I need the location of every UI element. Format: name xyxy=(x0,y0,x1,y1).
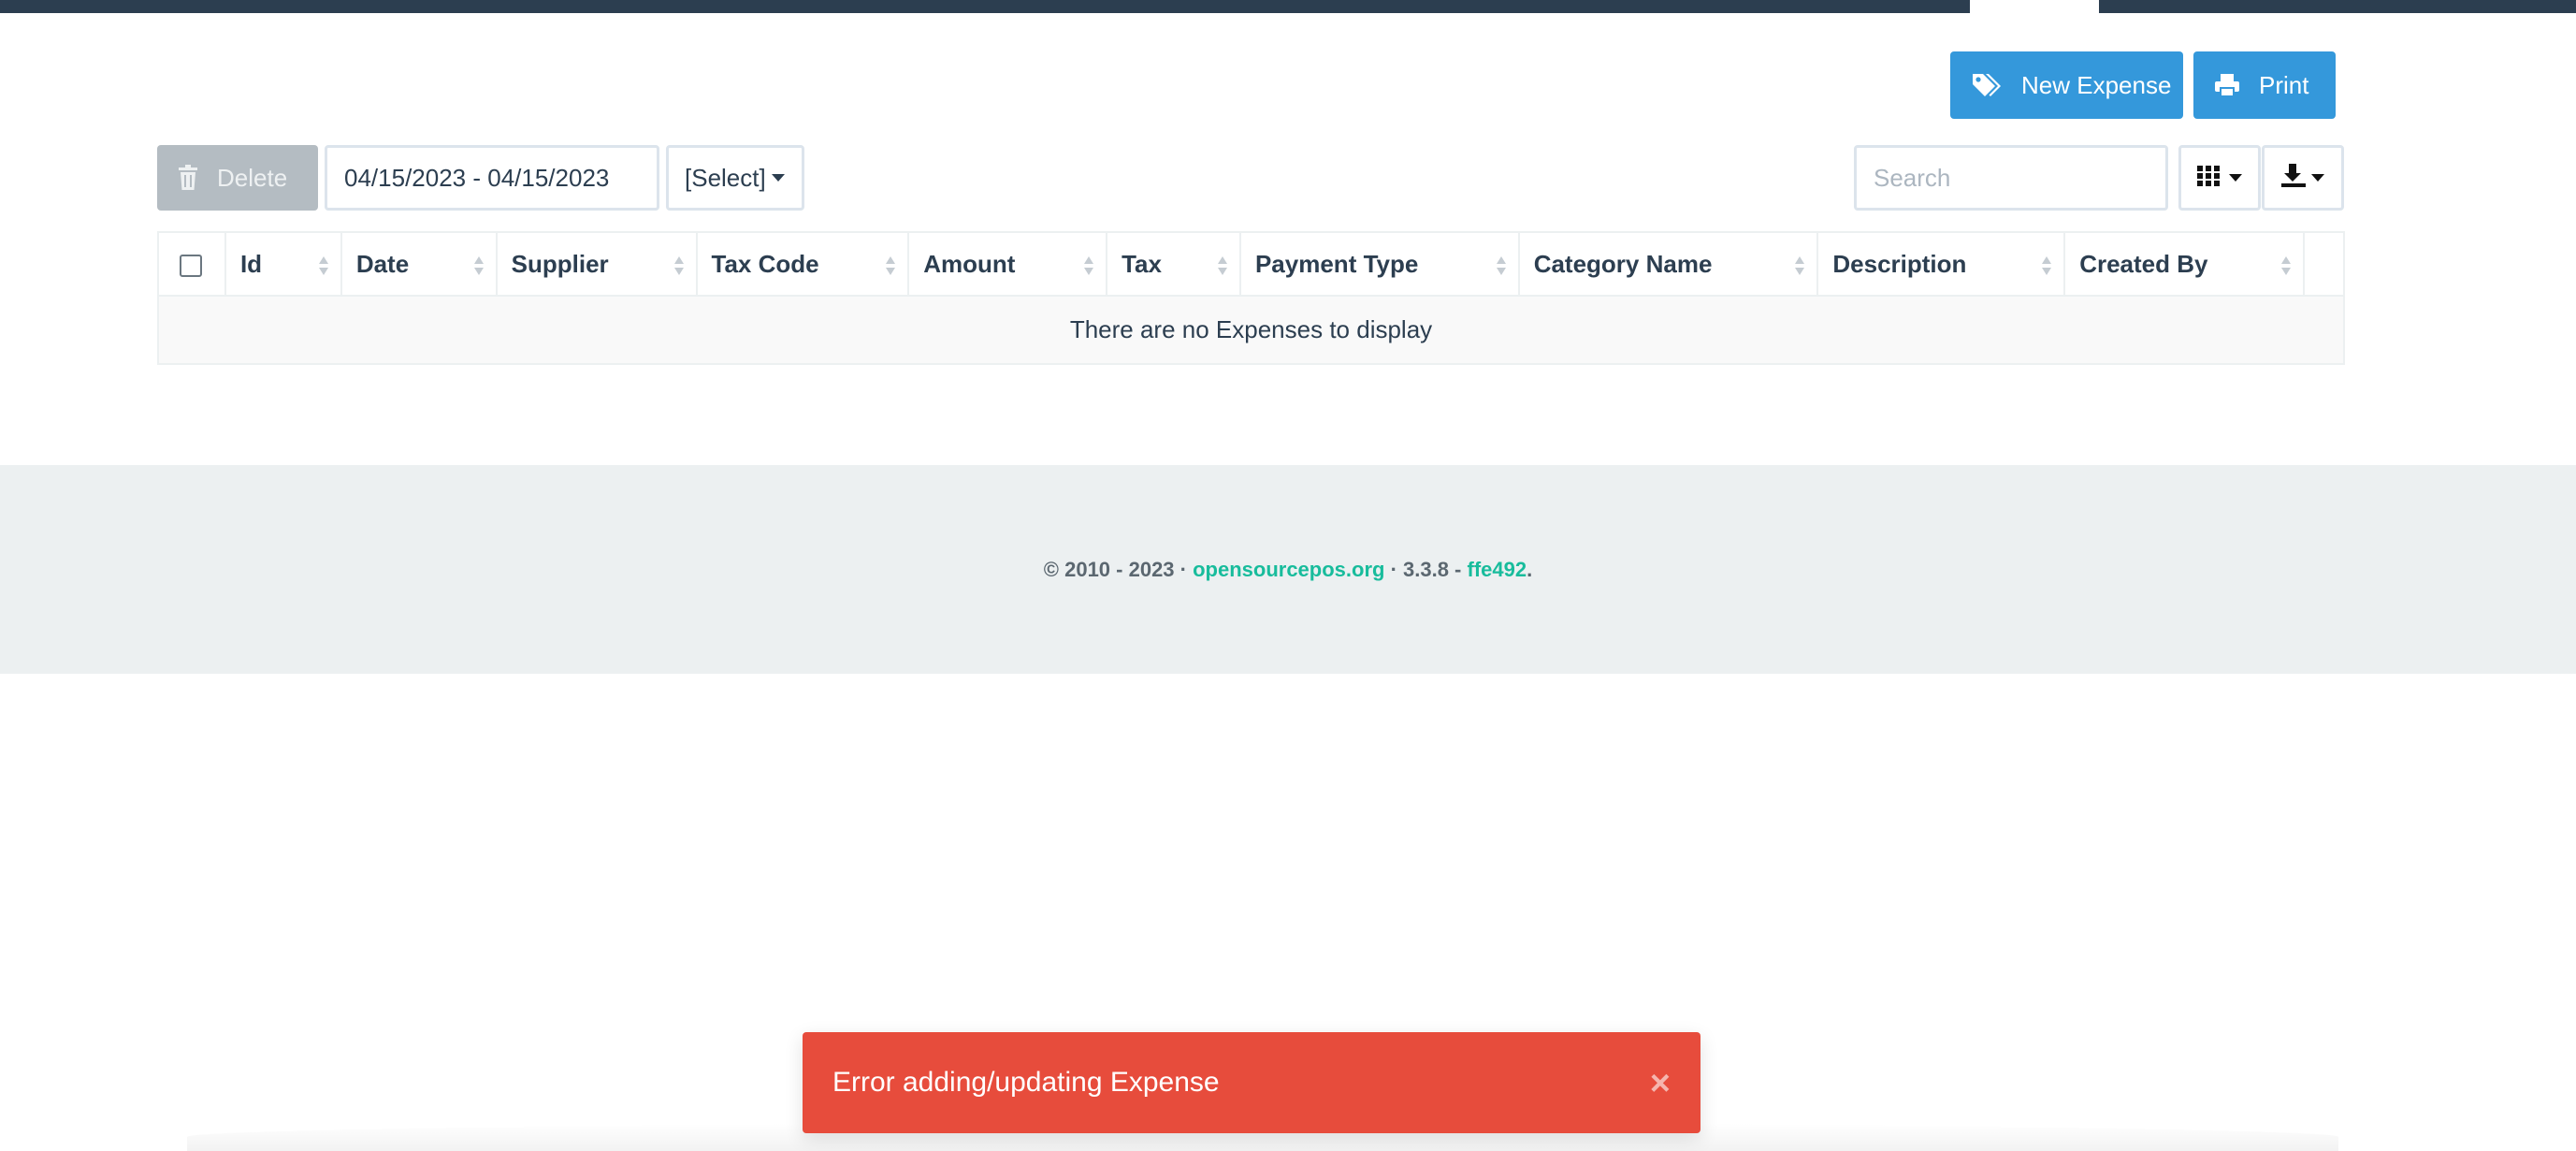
sort-icon xyxy=(1084,256,1094,275)
column-header-payment-type[interactable]: Payment Type xyxy=(1238,231,1520,297)
column-header-category-name[interactable]: Category Name xyxy=(1517,231,1819,297)
chevron-down-icon xyxy=(771,174,785,182)
footer-copyright: © 2010 - 2023 · xyxy=(1043,557,1194,581)
table-header-row: Id Date Supplier Tax Code Amount Tax Pay… xyxy=(157,231,2346,297)
grid-icon xyxy=(2197,165,2221,191)
column-header-description[interactable]: Description xyxy=(1816,231,2066,297)
sort-icon xyxy=(1217,256,1227,275)
sort-icon xyxy=(318,256,328,275)
sort-icon xyxy=(2280,256,2291,275)
date-range-input[interactable]: 04/15/2023 - 04/15/2023 xyxy=(325,145,659,211)
column-header-actions xyxy=(2302,231,2346,297)
select-all-header xyxy=(157,231,226,297)
sort-icon xyxy=(673,256,684,275)
sort-icon xyxy=(473,256,484,275)
page-footer: © 2010 - 2023 · opensourcepos.org · 3.3.… xyxy=(0,465,2576,674)
columns-toggle-button[interactable] xyxy=(2178,145,2261,211)
tags-icon xyxy=(1971,72,2003,98)
chevron-down-icon xyxy=(2311,174,2324,182)
error-notification: Error adding/updating Expense × xyxy=(803,1032,1700,1133)
column-header-created-by[interactable]: Created By xyxy=(2063,231,2305,297)
search-input[interactable] xyxy=(1854,145,2168,211)
filter-select-label: [Select] xyxy=(685,163,766,192)
delete-label: Delete xyxy=(217,163,288,192)
export-icon xyxy=(2281,163,2306,193)
sort-icon xyxy=(1496,256,1506,275)
close-icon[interactable]: × xyxy=(1650,1064,1671,1104)
column-header-id[interactable]: Id xyxy=(224,231,342,297)
sort-icon xyxy=(1795,256,1805,275)
new-expense-button[interactable]: New Expense xyxy=(1950,51,2183,119)
print-icon xyxy=(2214,73,2240,97)
print-label: Print xyxy=(2259,70,2309,99)
sort-icon xyxy=(2042,256,2052,275)
empty-table-message: There are no Expenses to display xyxy=(157,295,2345,365)
delete-button[interactable]: Delete xyxy=(157,145,318,211)
footer-site-link[interactable]: opensourcepos.org xyxy=(1193,558,1384,582)
filter-select-dropdown[interactable]: [Select] xyxy=(666,145,804,211)
column-header-date[interactable]: Date xyxy=(340,231,498,297)
navbar-active-tab[interactable] xyxy=(1970,0,2099,13)
expenses-table: Id Date Supplier Tax Code Amount Tax Pay… xyxy=(157,231,2346,365)
export-button[interactable] xyxy=(2262,145,2344,211)
column-header-tax-code[interactable]: Tax Code xyxy=(695,231,910,297)
trash-icon xyxy=(178,165,198,191)
footer-end: . xyxy=(1527,557,1533,581)
error-message: Error adding/updating Expense xyxy=(832,1067,1220,1098)
sort-icon xyxy=(886,256,896,275)
column-header-amount[interactable]: Amount xyxy=(907,231,1108,297)
footer-commit-link[interactable]: ffe492 xyxy=(1468,558,1527,582)
column-header-supplier[interactable]: Supplier xyxy=(495,231,698,297)
new-expense-label: New Expense xyxy=(2021,70,2172,99)
top-navbar xyxy=(0,0,2576,13)
column-header-tax[interactable]: Tax xyxy=(1106,231,1241,297)
chevron-down-icon xyxy=(2229,174,2242,182)
select-all-checkbox[interactable] xyxy=(180,254,202,277)
print-button[interactable]: Print xyxy=(2193,51,2336,119)
footer-version: · 3.3.8 - xyxy=(1384,557,1468,581)
table-row: There are no Expenses to display xyxy=(157,295,2345,365)
